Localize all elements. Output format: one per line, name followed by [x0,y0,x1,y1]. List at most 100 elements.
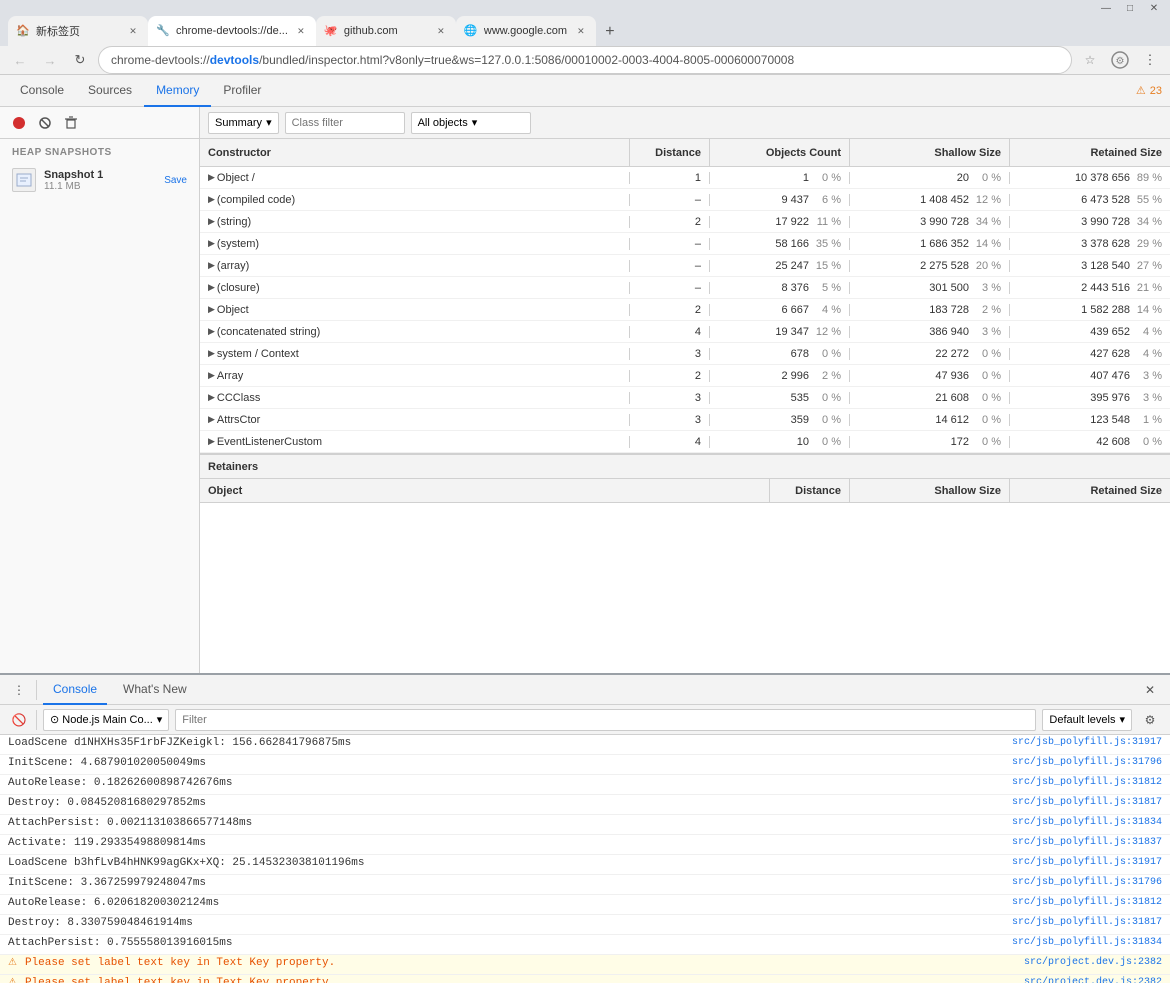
console-tab-whatsnew[interactable]: What's New [113,675,197,705]
row-retained: 3 378 628 29 % [1010,238,1170,250]
row-retained-pct: 29 % [1134,238,1162,250]
row-objects: 9 437 6 % [710,194,850,206]
console-topbar: ⋮ Console What's New ✕ [0,675,1170,705]
console-source-link[interactable]: src/jsb_polyfill.js:31812 [1012,777,1162,788]
forward-button[interactable]: → [38,48,62,72]
retainers-table-body [200,503,1170,673]
level-dropdown[interactable]: Default levels ▾ [1042,709,1132,731]
table-row[interactable]: ▶ (compiled code) – 9 437 6 % 1 408 452 … [200,189,1170,211]
row-constructor[interactable]: ▶ (array) [200,260,630,272]
console-source-link[interactable]: src/jsb_polyfill.js:31917 [1012,737,1162,748]
console-source-link[interactable]: src/jsb_polyfill.js:31796 [1012,877,1162,888]
tab-sources[interactable]: Sources [76,75,144,107]
tab-newtab[interactable]: 🏠 新标签页 ✕ [8,16,148,46]
table-row[interactable]: ▶ system / Context 3 678 0 % 22 272 0 % … [200,343,1170,365]
console-source-link[interactable]: src/jsb_polyfill.js:31837 [1012,837,1162,848]
snapshot-item[interactable]: Snapshot 1 11.1 MB Save [0,162,199,198]
row-shallow-size: 3 990 728 [920,216,969,228]
row-constructor[interactable]: ▶ (string) [200,216,630,228]
tab-label-newtab: 新标签页 [36,23,120,39]
console-source-link[interactable]: src/project.dev.js:2382 [1024,957,1162,968]
row-retained-size: 42 608 [1096,436,1130,448]
tab-github[interactable]: 🐙 github.com ✕ [316,16,456,46]
bookmark-button[interactable]: ☆ [1078,48,1102,72]
tab-google[interactable]: 🌐 www.google.com ✕ [456,16,596,46]
back-button[interactable]: ← [8,48,32,72]
objects-arrow: ▾ [472,116,478,129]
row-expand-icon: ▶ [208,304,215,315]
objects-label: All objects [418,117,468,129]
table-row[interactable]: ▶ Array 2 2 996 2 % 47 936 0 % 407 476 3… [200,365,1170,387]
table-row[interactable]: ▶ (closure) – 8 376 5 % 301 500 3 % 2 44… [200,277,1170,299]
new-tab-button[interactable]: + [596,18,624,46]
table-row[interactable]: ▶ (array) – 25 247 15 % 2 275 528 20 % 3… [200,255,1170,277]
row-constructor[interactable]: ▶ Object / [200,172,630,184]
tab-close-newtab[interactable]: ✕ [126,24,140,38]
tab-memory[interactable]: Memory [144,75,211,107]
row-constructor[interactable]: ▶ CCClass [200,392,630,404]
extension-button[interactable]: ⚙ [1108,48,1132,72]
row-distance: – [630,260,710,272]
row-constructor[interactable]: ▶ EventListenerCustom [200,436,630,448]
tab-profiler[interactable]: Profiler [211,75,273,107]
console-row: Destroy: 8.330759048461914ms src/jsb_pol… [0,915,1170,935]
row-constructor[interactable]: ▶ (system) [200,238,630,250]
row-shallow-pct: 0 % [973,348,1001,360]
table-row[interactable]: ▶ CCClass 3 535 0 % 21 608 0 % 395 976 3… [200,387,1170,409]
row-constructor[interactable]: ▶ Array [200,370,630,382]
row-retained-size: 3 990 728 [1081,216,1130,228]
console-source-link[interactable]: src/jsb_polyfill.js:31917 [1012,857,1162,868]
table-row[interactable]: ▶ (string) 2 17 922 11 % 3 990 728 34 % … [200,211,1170,233]
trash-button[interactable] [60,112,82,134]
address-input[interactable]: chrome-devtools://devtools/bundled/inspe… [98,46,1072,74]
console-source-link[interactable]: src/jsb_polyfill.js:31817 [1012,797,1162,808]
context-dropdown[interactable]: ⊙ Node.js Main Co... ▾ [43,709,169,731]
console-tab-console[interactable]: Console [43,675,107,705]
row-constructor[interactable]: ▶ (closure) [200,282,630,294]
console-source-link[interactable]: src/jsb_polyfill.js:31812 [1012,897,1162,908]
console-source-link[interactable]: src/jsb_polyfill.js:31796 [1012,757,1162,768]
tab-close-devtools[interactable]: ✕ [294,24,308,38]
minimize-button[interactable]: — [1098,0,1114,16]
row-name: (concatenated string) [217,326,320,338]
class-filter-input[interactable] [285,112,405,134]
table-row[interactable]: ▶ EventListenerCustom 4 10 0 % 172 0 % 4… [200,431,1170,453]
objects-dropdown[interactable]: All objects ▾ [411,112,531,134]
console-source-link[interactable]: src/jsb_polyfill.js:31834 [1012,937,1162,948]
record-button[interactable] [8,112,30,134]
table-row[interactable]: ▶ Object / 1 1 0 % 20 0 % 10 378 656 89 … [200,167,1170,189]
console-filter-input[interactable] [175,709,1036,731]
row-constructor[interactable]: ▶ (compiled code) [200,194,630,206]
row-shallow-size: 1 408 452 [920,194,969,206]
row-constructor[interactable]: ▶ system / Context [200,348,630,360]
table-row[interactable]: ▶ AttrsCtor 3 359 0 % 14 612 0 % 123 548… [200,409,1170,431]
row-objects-pct: 0 % [813,172,841,184]
summary-dropdown[interactable]: Summary ▾ [208,112,279,134]
console-source-link[interactable]: src/jsb_polyfill.js:31834 [1012,817,1162,828]
table-row[interactable]: ▶ (concatenated string) 4 19 347 12 % 38… [200,321,1170,343]
close-button[interactable]: ✕ [1146,0,1162,16]
console-close-button[interactable]: ✕ [1138,678,1162,702]
tab-devtools[interactable]: 🔧 chrome-devtools://de... ✕ [148,16,316,46]
row-shallow-pct: 0 % [973,172,1001,184]
row-constructor[interactable]: ▶ AttrsCtor [200,414,630,426]
clear-button[interactable] [34,112,56,134]
tab-console[interactable]: Console [8,75,76,107]
menu-button[interactable]: ⋮ [1138,48,1162,72]
maximize-button[interactable]: □ [1122,0,1138,16]
snapshot-save-button[interactable]: Save [164,175,187,186]
reload-button[interactable]: ↻ [68,48,92,72]
table-row[interactable]: ▶ (system) – 58 166 35 % 1 686 352 14 % … [200,233,1170,255]
row-expand-icon: ▶ [208,348,215,359]
console-settings-button[interactable]: ⚙ [1138,708,1162,732]
table-row[interactable]: ▶ Object 2 6 667 4 % 183 728 2 % 1 582 2… [200,299,1170,321]
tab-close-google[interactable]: ✕ [574,24,588,38]
console-source-link[interactable]: src/jsb_polyfill.js:31817 [1012,917,1162,928]
console-source-link[interactable]: src/project.dev.js:2382 [1024,977,1162,983]
row-constructor[interactable]: ▶ Object [200,304,630,316]
console-clear-button[interactable]: 🚫 [8,709,30,731]
tab-close-github[interactable]: ✕ [434,24,448,38]
console-menu-button[interactable]: ⋮ [8,679,30,701]
ret-header-shallow: Shallow Size [850,479,1010,502]
row-constructor[interactable]: ▶ (concatenated string) [200,326,630,338]
